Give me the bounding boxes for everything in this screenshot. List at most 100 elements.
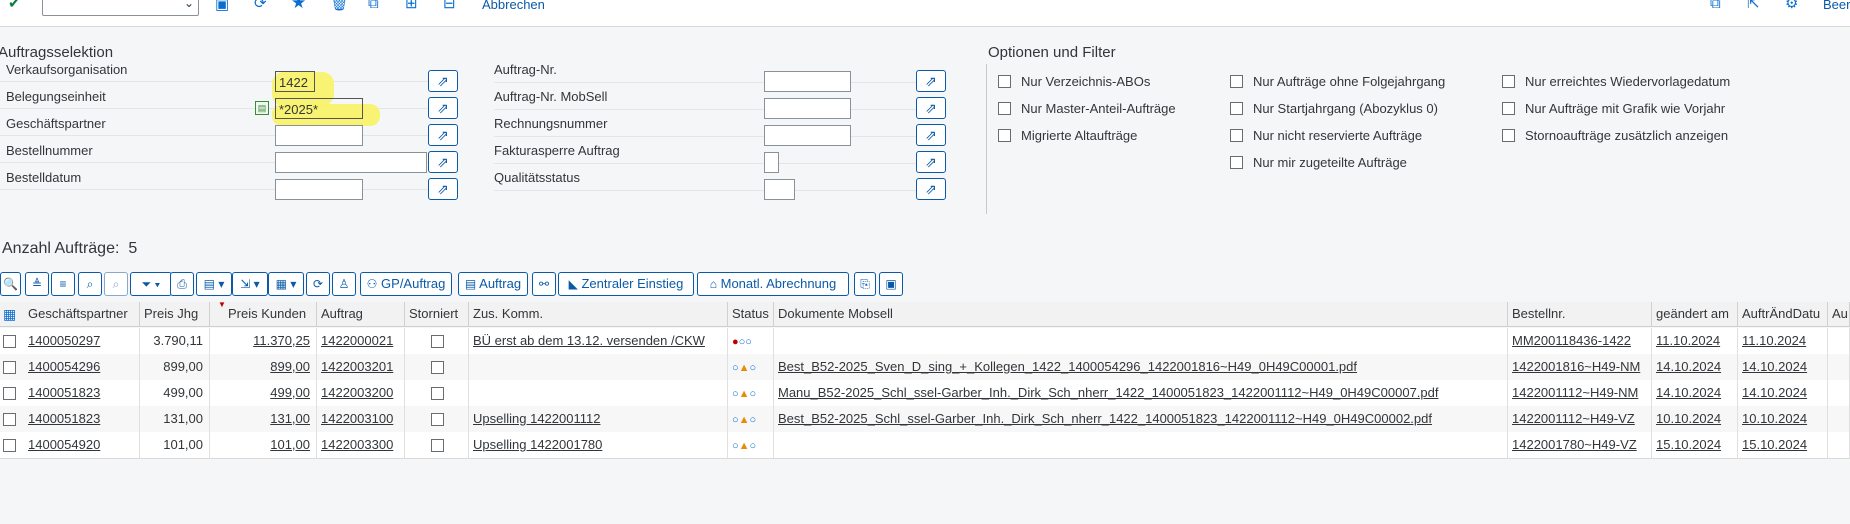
user-x-button[interactable]: ♙ [332,272,356,296]
multiple-selection-button[interactable]: ⇗ [428,178,458,200]
cell-preis-kunden[interactable]: 11.370,25 [210,328,317,354]
refresh-icon[interactable]: ⟳ [254,0,267,13]
col-dokumente-mobsell[interactable]: Dokumente Mobsell [774,302,1508,326]
option-nur-startjahrgang[interactable]: Nur Startjahrgang (Abozyklus 0) [1230,100,1438,118]
cell-zus-komm[interactable]: Upselling 1422001780 [469,432,728,458]
cell-auftraenddatu-text[interactable]: 10.10.2024 [1742,411,1807,426]
cell-dokumente-mobsell-text[interactable]: Manu_B52-2025_Schl_ssel-Garber_Inh._Dirk… [778,385,1439,400]
cell-bestellnr[interactable]: 1422001816~H49-NM [1508,354,1652,380]
table-row[interactable]: 1400051823 499,00 499,00 1422003200 ○▲○ Manu_… [0,380,1850,407]
cell-auftraenddatu-text[interactable]: 14.10.2024 [1742,359,1807,374]
cell-geaendert-am-text[interactable]: 14.10.2024 [1656,359,1721,374]
cell-preis-kunden-text[interactable]: 101,00 [270,437,310,452]
rechnungsnummer-input[interactable] [764,125,851,146]
checkbox[interactable] [1230,102,1243,116]
col-bestellnr[interactable]: Bestellnr. [1508,302,1652,326]
value-help-icon[interactable]: ▤ [255,101,269,115]
sort-descending-button[interactable]: ≡ [51,272,75,296]
cell-geaendert-am-text[interactable]: 15.10.2024 [1656,437,1721,452]
abbrechen-button[interactable]: Abbrechen [482,0,545,12]
cell-dokumente-mobsell-text[interactable]: Best_B52-2025_Sven_D_sing_+_Kollegen_142… [778,359,1357,374]
cell-preis-kunden-text[interactable]: 899,00 [270,359,310,374]
export-button[interactable]: ⇲ ▾ [232,272,268,296]
col-geschaeftspartner[interactable]: Geschäftspartner [24,302,140,326]
cell-geaendert-am[interactable]: 15.10.2024 [1652,432,1738,458]
cell-auftraenddatu[interactable]: 14.10.2024 [1738,354,1828,380]
filter-button[interactable]: ⏷ ▾ [130,272,172,296]
cell-auftrag[interactable]: 1422003300 [317,432,405,458]
zentraler-einstieg-button[interactable]: ◣ Zentraler Einstieg [558,272,694,296]
find-button[interactable]: ⌕ [78,272,102,296]
cell-preis-kunden-text[interactable]: 131,00 [270,411,310,426]
cell-bestellnr[interactable]: MM200118436-1422 [1508,328,1652,354]
cell-bestellnr[interactable]: 1422001112~H49-VZ [1508,406,1652,432]
belegungseinheit-input[interactable]: *2025* [275,98,363,119]
col-preis-kunden[interactable]: Preis Kunden [210,302,317,326]
cell-zus-komm[interactable]: BÜ erst ab dem 13.12. versenden /CKW [469,328,728,354]
auftrag-nr-input[interactable] [764,71,851,92]
cell-zus-komm-text[interactable]: BÜ erst ab dem 13.12. versenden /CKW [473,333,705,348]
monatl-abrechnung-button[interactable]: ⌂ Monatl. Abrechnung [697,272,849,296]
cell-bestellnr[interactable]: 1422001112~H49-NM [1508,380,1652,406]
cell-auftrag[interactable]: 1422000021 [317,328,405,354]
cell-zus-komm[interactable]: Upselling 1422001112 [469,406,728,432]
attach-button[interactable]: ⎘ [854,272,876,296]
export-icon[interactable]: ⇱ [1747,0,1760,13]
bestellnummer-input[interactable] [275,152,427,173]
beenden-button[interactable]: Beer [1823,0,1850,12]
fakturasperre-input[interactable] [764,152,779,173]
multiple-selection-button[interactable]: ⇗ [916,151,946,173]
image-button[interactable]: ▣ [879,272,903,296]
cell-dokumente-mobsell[interactable]: Manu_B52-2025_Schl_ssel-Garber_Inh._Dirk… [774,380,1508,406]
cell-geschaeftspartner-text[interactable]: 1400051823 [28,385,100,400]
option-mir-zugeteilt[interactable]: Nur mir zugeteilte Aufträge [1230,154,1407,172]
col-auftrag[interactable]: Auftrag [317,302,405,326]
cell-zus-komm-text[interactable]: Upselling 1422001780 [473,437,602,452]
cell-auftrag[interactable]: 1422003201 [317,354,405,380]
verkaufsorganisation-input[interactable]: 1422 [275,71,315,92]
cell-auftrag[interactable]: 1422003100 [317,406,405,432]
layout-button[interactable]: ▦ ▾ [268,272,304,296]
variant-icon[interactable]: ⊞ [405,0,418,13]
cell-geschaeftspartner[interactable]: 1400051823 [24,406,140,432]
cell-geaendert-am[interactable]: 14.10.2024 [1652,354,1738,380]
table-row[interactable]: 1400050297 3.790,11 11.370,25 1422000021 BÜ … [0,328,1850,355]
row-select-checkbox[interactable] [3,361,16,374]
cell-auftraenddatu[interactable]: 11.10.2024 [1738,328,1828,354]
favorite-star-icon[interactable]: ★ [291,0,306,12]
cell-bestellnr-text[interactable]: 1422001112~H49-NM [1512,385,1638,400]
cell-dokumente-mobsell[interactable]: Best_B52-2025_Sven_D_sing_+_Kollegen_142… [774,354,1508,380]
col-zus-komm[interactable]: Zus. Komm. [469,302,728,326]
hierarchy-button[interactable]: ⚯ [532,272,556,296]
select-all-icon[interactable]: ▦ [3,306,16,323]
command-field[interactable]: ⌄ [42,0,199,16]
cell-auftrag[interactable]: 1422003200 [317,380,405,406]
checkbox[interactable] [1502,75,1515,89]
cell-bestellnr-text[interactable]: MM200118436-1422 [1512,333,1631,348]
table-row[interactable]: 1400054920 101,00 101,00 1422003300 Upsellin… [0,432,1850,459]
col-storniert[interactable]: Storniert [405,302,469,326]
cell-geaendert-am[interactable]: 11.10.2024 [1652,328,1738,354]
cell-geschaeftspartner-text[interactable]: 1400054296 [28,359,100,374]
cell-geschaeftspartner-text[interactable]: 1400051823 [28,411,100,426]
details-button[interactable]: 🔍 [0,272,21,296]
option-migrierte-altauftraege[interactable]: Migrierte Altaufträge [998,127,1137,145]
option-grafik-wie-vorjahr[interactable]: Nur Aufträge mit Grafik wie Vorjahr [1502,100,1725,118]
row-select-checkbox[interactable] [3,387,16,400]
cell-preis-kunden-text[interactable]: 499,00 [270,385,310,400]
col-auftraenddatu[interactable]: AuftrÄndDatu [1738,302,1828,326]
cell-dokumente-mobsell-text[interactable]: Best_B52-2025_Schl_ssel-Garber_Inh._Dirk… [778,411,1432,426]
option-nur-verzeichnis-abos[interactable]: Nur Verzeichnis-ABOs [998,73,1150,91]
option-nur-master-anteil[interactable]: Nur Master-Anteil-Aufträge [998,100,1176,118]
option-nicht-reserviert[interactable]: Nur nicht reservierte Aufträge [1230,127,1422,145]
checkbox[interactable] [1230,129,1243,143]
col-au[interactable]: Au [1828,302,1850,326]
multiple-selection-button[interactable]: ⇗ [916,97,946,119]
cell-geaendert-am-text[interactable]: 10.10.2024 [1656,411,1721,426]
col-geaendert-am[interactable]: geändert am [1652,302,1738,326]
cell-auftrag-text[interactable]: 1422003300 [321,437,393,452]
cell-auftraenddatu-text[interactable]: 15.10.2024 [1742,437,1807,452]
settings-gear-icon[interactable]: ⚙ [1785,0,1798,13]
multiple-selection-button[interactable]: ⇗ [428,151,458,173]
new-window-icon[interactable]: ⧉ [1710,0,1721,13]
